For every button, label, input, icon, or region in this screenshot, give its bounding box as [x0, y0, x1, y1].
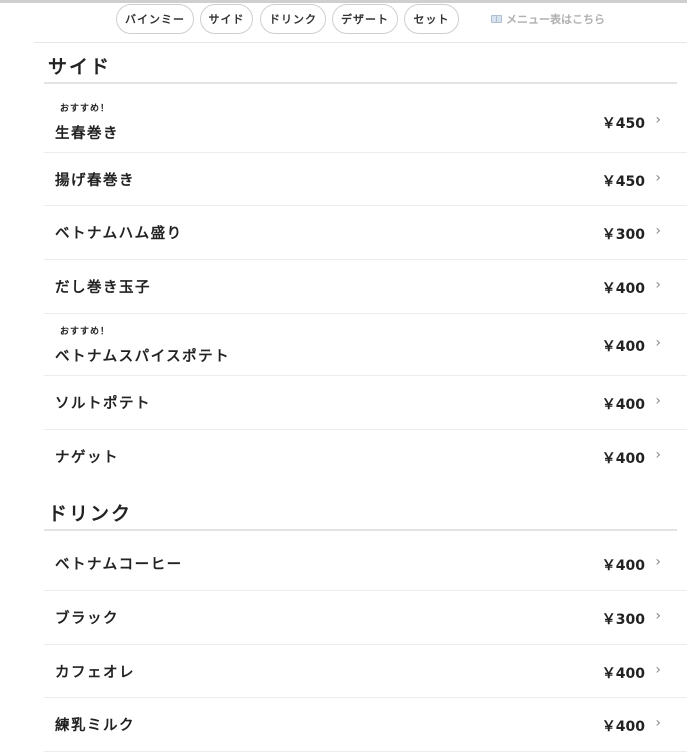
item-name: ブラック [55, 611, 119, 627]
section-title-side: サイド [48, 56, 112, 78]
menu-item[interactable]: 練乳ミルク ￥400 › [44, 698, 687, 752]
menu-item[interactable]: おすすめ！ ベトナムスパイスポテト ￥400 › [44, 314, 687, 376]
book-icon [491, 15, 502, 23]
recommend-badge: おすすめ！ [60, 104, 111, 114]
item-name: カフェオレ [55, 665, 135, 681]
chevron-right-icon: › [655, 608, 661, 624]
item-name: ソルトポテト [55, 396, 151, 412]
chevron-right-icon: › [655, 715, 661, 731]
chevron-right-icon: › [655, 335, 661, 351]
menu-sheet-link[interactable]: メニュー表はこちら [491, 4, 605, 34]
item-name: だし巻き玉子 [55, 280, 151, 296]
menu-item[interactable]: ソルトポテト ￥400 › [44, 376, 687, 430]
menu-item[interactable]: おすすめ！ 生春巻き ￥450 › [44, 92, 687, 153]
item-name: ベトナムコーヒー [55, 557, 183, 573]
item-price: ￥400 [601, 451, 645, 467]
item-price: ￥300 [601, 612, 645, 628]
item-price: ￥400 [601, 397, 645, 413]
chip-dessert[interactable]: デザート [332, 4, 398, 34]
item-price: ￥400 [601, 339, 645, 355]
chevron-right-icon: › [655, 662, 661, 678]
menu-item[interactable]: ナゲット ￥400 › [44, 430, 687, 484]
item-price: ￥300 [601, 227, 645, 243]
top-border [0, 0, 687, 3]
section-title-drink: ドリンク [48, 503, 133, 525]
menu-item[interactable]: だし巻き玉子 ￥400 › [44, 260, 687, 314]
menu-sheet-link-label: メニュー表はこちら [506, 13, 605, 26]
chevron-right-icon: › [655, 554, 661, 570]
menu-item[interactable]: ブラック ￥300 › [44, 591, 687, 645]
chevron-right-icon: › [655, 447, 661, 463]
chip-set[interactable]: セット [404, 4, 459, 34]
chip-banhmi[interactable]: バインミー [116, 4, 194, 34]
item-name: ナゲット [55, 450, 119, 466]
chevron-right-icon: › [655, 277, 661, 293]
recommend-badge: おすすめ！ [60, 327, 111, 337]
chevron-right-icon: › [655, 170, 661, 186]
category-nav: バインミー サイド ドリンク デザート セット メニュー表はこちら [34, 4, 687, 43]
chevron-right-icon: › [655, 223, 661, 239]
item-name: 生春巻き [55, 126, 119, 142]
item-name: 揚げ春巻き [55, 173, 135, 189]
menu-item[interactable]: ベトナムハム盛り ￥300 › [44, 206, 687, 260]
item-name: ベトナムハム盛り [55, 226, 183, 242]
menu-item[interactable]: ベトナムコーヒー ￥400 › [44, 537, 687, 591]
item-price: ￥400 [601, 558, 645, 574]
item-price: ￥400 [601, 666, 645, 682]
chevron-right-icon: › [655, 393, 661, 409]
item-name: 練乳ミルク [55, 718, 135, 734]
item-name: ベトナムスパイスポテト [55, 349, 231, 365]
item-price: ￥400 [601, 719, 645, 735]
item-price: ￥400 [601, 281, 645, 297]
item-price: ￥450 [601, 174, 645, 190]
chip-side[interactable]: サイド [200, 4, 253, 34]
chip-drink[interactable]: ドリンク [260, 4, 326, 34]
chevron-right-icon: › [655, 112, 661, 128]
menu-item[interactable]: カフェオレ ￥400 › [44, 645, 687, 698]
menu-item[interactable]: 揚げ春巻き ￥450 › [44, 153, 687, 206]
item-price: ￥450 [601, 116, 645, 132]
